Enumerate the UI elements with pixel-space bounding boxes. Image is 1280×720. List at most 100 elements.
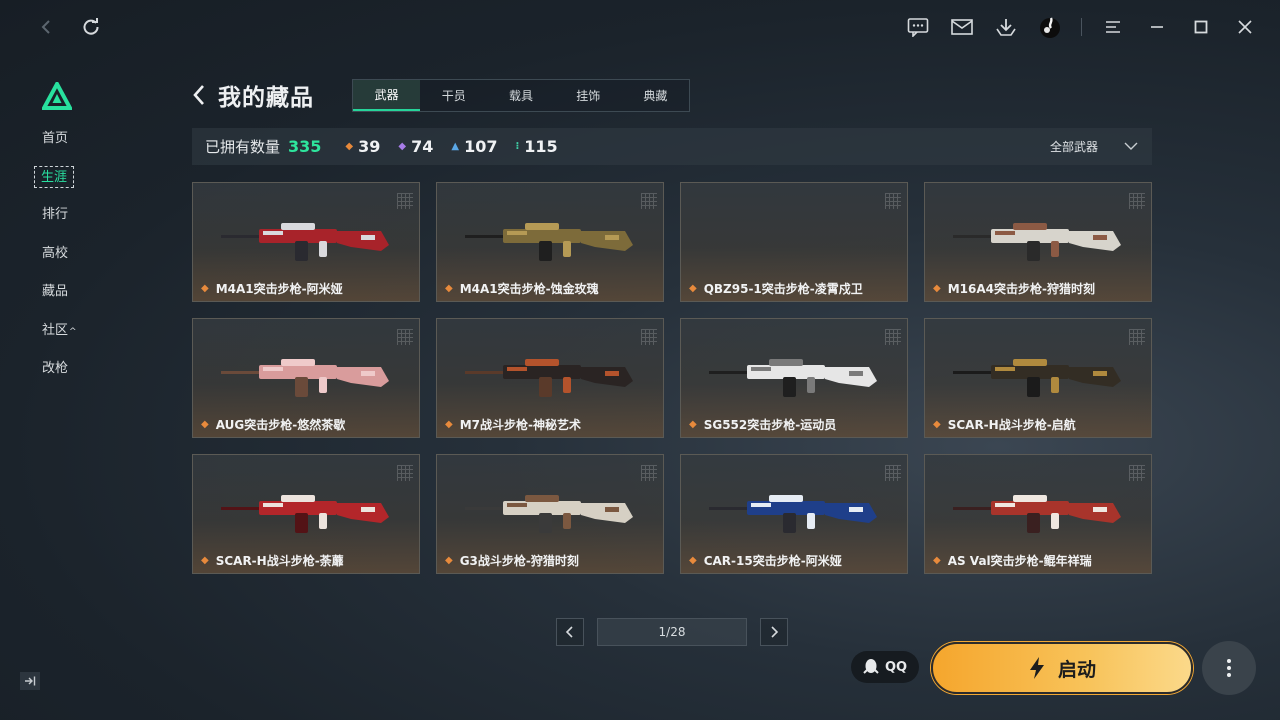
item-name-text: AS Val突击步枪-鲲年祥瑞 [947,554,1092,568]
sidebar-item-career[interactable]: 生涯 [34,166,75,188]
weapon-part [295,377,308,397]
weapon-part [995,503,1015,507]
weapon-part [563,377,571,393]
weapon-part [281,223,315,230]
weapon-image [953,359,1121,397]
item-card[interactable]: ◆ AUG突击步枪-悠然茶歇 [192,318,420,438]
qq-icon [863,659,879,674]
refresh-icon[interactable] [76,12,106,42]
tab-weapons[interactable]: 武器 [353,80,421,111]
item-name-text: M4A1突击步枪-蚀金玫瑰 [459,282,599,296]
logo-icon[interactable] [40,79,74,110]
chevron-down-icon [1124,142,1138,150]
weapon-part [1051,241,1059,257]
item-card[interactable]: ◆ CAR-15突击步枪-阿米娅 [680,454,908,574]
weapon-part [1069,367,1121,387]
rarity-orange-icon: ◆ [201,555,209,566]
item-name: ◆ QBZ95-1突击步枪-凌霄戍卫 [689,280,863,297]
download-icon[interactable] [991,12,1021,42]
mail-icon[interactable] [947,12,977,42]
weapon-part [507,503,527,507]
sidebar-item-label: 社区 [42,323,69,338]
qq-login-button[interactable]: QQ [851,651,919,683]
item-name-text: QBZ95-1突击步枪-凌霄戍卫 [703,282,863,296]
weapon-part [581,231,633,251]
weapon-part [525,223,559,230]
weapon-image [465,223,633,261]
weapon-part [263,503,283,507]
item-name: ◆ SCAR-H战斗步枪-荼蘼 [201,552,344,569]
item-card[interactable]: ◆ M16A4突击步枪-狩猎时刻 [924,182,1152,302]
rarity-orange-icon: ◆ [201,283,209,294]
avatar[interactable] [1035,12,1065,42]
weapon-part [507,367,527,371]
item-card[interactable]: ◆ SCAR-H战斗步枪-荼蘼 [192,454,420,574]
weapon-part [605,507,619,512]
sidebar-item-ranking[interactable]: 排行 [36,204,74,226]
title-bar [0,0,1280,54]
chat-icon[interactable] [903,12,933,42]
weapon-part [1027,241,1040,261]
tab-charms[interactable]: 挂饰 [555,80,622,111]
weapon-filter-dropdown[interactable]: 全部武器 [1050,128,1138,165]
item-name-text: SG552突击步枪-运动员 [703,418,837,432]
prev-page-button[interactable] [556,618,584,646]
launch-button[interactable]: 启动 [931,642,1193,694]
next-page-button[interactable] [760,618,788,646]
weapon-part [361,507,375,512]
tab-collection[interactable]: 典藏 [622,80,689,111]
item-card[interactable]: ◆ QBZ95-1突击步枪-凌霄戍卫 [680,182,908,302]
item-card[interactable]: ◆ SCAR-H战斗步枪-启航 [924,318,1152,438]
count-value: 107 [464,137,498,156]
item-name-text: CAR-15突击步枪-阿米娅 [703,554,842,568]
item-card[interactable]: ◆ M4A1突击步枪-阿米娅 [192,182,420,302]
rarity-count-green: ⁝ 115 [515,137,557,156]
tab-operators[interactable]: 干员 [420,80,487,111]
weapon-part [709,371,749,374]
launch-label: 启动 [1057,658,1096,681]
item-name-text: M7战斗步枪-神秘艺术 [459,418,581,432]
weapon-part [1051,513,1059,529]
tab-vehicles[interactable]: 载具 [487,80,554,111]
weapon-part [361,235,375,240]
item-card[interactable]: ◆ AS Val突击步枪-鲲年祥瑞 [924,454,1152,574]
page-title: 我的藏品 [218,85,314,111]
weapon-part [337,367,389,387]
weapon-part [581,503,633,523]
item-name: ◆ M16A4突击步枪-狩猎时刻 [933,280,1095,297]
sidebar-item-label: 藏品 [42,284,69,299]
item-card[interactable]: ◆ SG552突击步枪-运动员 [680,318,908,438]
maximize-icon[interactable] [1186,12,1216,42]
weapon-part [263,367,283,371]
back-arrow-icon[interactable] [192,80,212,110]
rarity-orange-icon: ◆ [689,419,697,430]
weapon-part [1069,231,1121,251]
sidebar-item-collection[interactable]: 藏品 [36,281,74,303]
weapon-part [1093,235,1107,240]
sidebar-item-home[interactable]: 首页 [36,128,74,150]
sidebar-item-gunsmith[interactable]: 改枪 [36,358,74,380]
weapon-part [281,359,315,366]
weapon-part [1027,513,1040,533]
item-card[interactable]: ◆ G3战斗步枪-狩猎时刻 [436,454,664,574]
item-card[interactable]: ◆ M7战斗步枪-神秘艺术 [436,318,664,438]
minimize-icon[interactable] [1142,12,1172,42]
rarity-orange-icon: ◆ [345,141,354,152]
rarity-blue-icon: ▲ [451,141,460,152]
close-icon[interactable] [1230,12,1260,42]
weapon-part [953,507,993,510]
collapse-sidebar-icon[interactable] [20,672,40,690]
weapon-part [539,241,552,261]
item-name: ◆ M7战斗步枪-神秘艺术 [445,416,581,433]
rarity-orange-icon: ◆ [201,419,209,430]
sidebar-item-community[interactable]: 社区^ [36,320,83,342]
weapon-image [465,359,633,397]
sidebar-item-college[interactable]: 高校 [36,243,74,265]
item-card[interactable]: ◆ M4A1突击步枪-蚀金玫瑰 [436,182,664,302]
menu-icon[interactable] [1098,12,1128,42]
more-options-button[interactable] [1202,641,1256,695]
item-name-text: SCAR-H战斗步枪-荼蘼 [215,554,344,568]
more-vertical-icon [1227,659,1231,677]
back-icon[interactable] [32,12,62,42]
weapon-part [221,371,261,374]
